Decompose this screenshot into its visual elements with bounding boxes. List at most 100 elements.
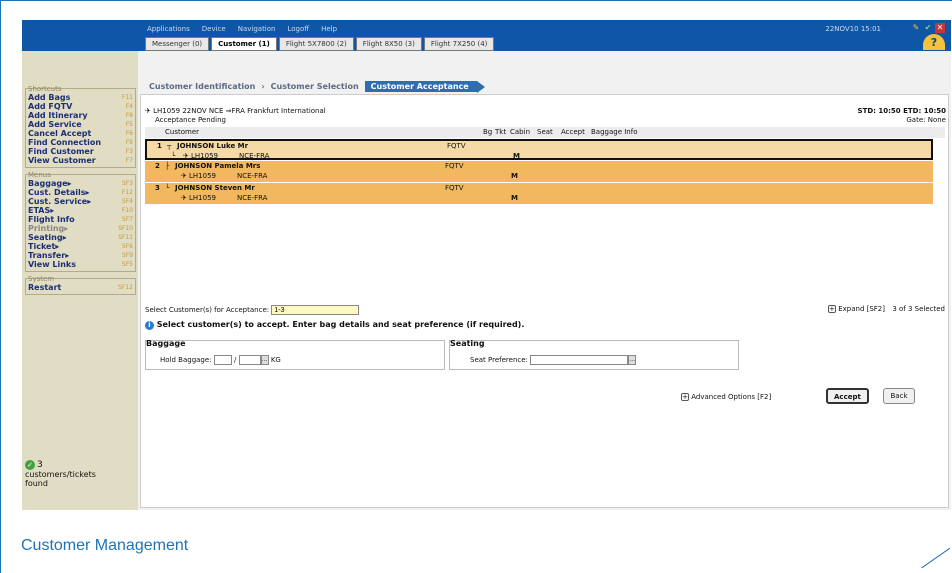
menus-label: Menus [28,171,51,179]
table-row[interactable]: 3 └ JOHNSON Steven Mr FQTV ✈ LH1059 NCE-FRA M [145,183,933,204]
sidebar-item-key: F7 [125,157,133,164]
sidebar-item-label: Flight Info [28,215,75,224]
sidebar-item[interactable]: Transfer▸ SF9 [28,251,133,260]
sidebar-item-label: Ticket▸ [28,242,60,251]
sidebar-item-label: Restart [28,283,62,292]
sidebar-item[interactable]: Flight Info SF7 [28,215,133,224]
sidebar-item[interactable]: Add FQTV F4 [28,102,133,111]
tab-customer[interactable]: Customer (1) [211,37,277,51]
sidebar-item[interactable]: Find Connection F9 [28,138,133,147]
tree-icon: ┬ [167,142,172,150]
baggage-title: Baggage [146,339,186,348]
col-customer: Customer [165,128,200,136]
sidebar-item[interactable]: Baggage▸ SF3 [28,179,133,188]
weight-dropdown-icon[interactable]: … [260,355,269,365]
tab-flight-7x250[interactable]: Flight 7X250 (4) [423,37,495,51]
plane-icon: ✈ [145,107,151,115]
col-baggage: Baggage Info [591,128,638,136]
sidebar-item[interactable]: View Links SF5 [28,260,133,269]
sidebar-item-label: View Customer [28,156,96,165]
fqtv: FQTV [445,162,464,170]
flight-info: ✈ LH1059 22NOV NCE ⇒FRA Frankfurt Intern… [145,107,326,125]
bag-count-input[interactable] [213,355,232,365]
advanced-options-toggle[interactable]: + Advanced Options [F2] [681,393,771,401]
slash-separator: / [234,356,237,364]
sidebar-item[interactable]: Add Itinerary F8 [28,111,133,120]
check-icon[interactable]: ✔ [923,23,933,33]
sidebar-item[interactable]: Cust. Service▸ SF4 [28,197,133,206]
system-group: System Restart SF12 [25,275,136,295]
sidebar-item-label: View Links [28,260,77,269]
crumb-selection[interactable]: Customer Selection [265,81,365,92]
sidebar: Shortcuts Add Bags F11 Add FQTV F4 Add Itine… [22,51,138,510]
sidebar-item-label: Baggage▸ [28,179,72,188]
menu-device[interactable]: Device [202,25,226,33]
seat-preference-input[interactable] [530,355,629,365]
tab-flight-8x50[interactable]: Flight 8X50 (3) [355,37,422,51]
instruction-message: i Select customer(s) to accept. Enter ba… [145,320,524,330]
sidebar-item-key: SF5 [121,261,133,268]
sidebar-item[interactable]: Cust. Details▸ F12 [28,188,133,197]
sidebar-item-label: Seating▸ [28,233,67,242]
sidebar-item-key: F5 [125,121,133,128]
hold-baggage-label: Hold Baggage: [160,356,212,364]
menu-applications[interactable]: Applications [147,25,190,33]
table-row[interactable]: 1 ┬ JOHNSON Luke Mr FQTV └ ✈ LH1059 NCE-FRA M [145,139,933,160]
accept-button[interactable]: Accept [826,388,869,404]
cabin: M [511,194,518,202]
shortcuts-label: Shortcuts [28,85,62,93]
flight-times: STD: 10:50 ETD: 10:50 Gate: None [858,107,946,125]
sidebar-item-key: F12 [121,189,133,196]
table-row[interactable]: 2 ├ JOHNSON Pamela Mrs FQTV ✈ LH1059 NCE-FRA M [145,161,933,182]
sidebar-item-key: F10 [121,207,133,214]
sidebar-item[interactable]: Find Customer F3 [28,147,133,156]
crumb-identification[interactable]: Customer Identification [143,81,261,92]
bag-weight-input[interactable] [238,355,261,365]
customer-name: JOHNSON Luke Mr [177,142,249,150]
menu-help[interactable]: Help [321,25,337,33]
seating-box: Seating Seat Preference: … [449,339,739,370]
sidebar-item[interactable]: View Customer F7 [28,156,133,165]
close-icon[interactable]: ✕ [935,23,945,33]
sidebar-item[interactable]: Cancel Accept F6 [28,129,133,138]
sidebar-item-label: Find Customer [28,147,94,156]
expand-toggle[interactable]: + Expand [SF2] [827,305,885,313]
crumb-acceptance: Customer Acceptance [364,81,485,93]
seat-dropdown-icon[interactable]: … [628,355,637,365]
baggage-box: Baggage Hold Baggage: / … KG [145,339,445,370]
sidebar-item[interactable]: Restart SF12 [28,283,133,292]
tab-flight-5x7800[interactable]: Flight 5X7800 (2) [278,37,354,51]
sidebar-item-label: Cancel Accept [28,129,92,138]
sidebar-item-key: SF12 [118,284,133,291]
menu-logoff[interactable]: Logoff [287,25,309,33]
pen-icon[interactable]: ✎ [911,23,921,33]
sidebar-item[interactable]: Add Bags F11 [28,93,133,102]
seating-title: Seating [450,339,485,348]
sidebar-item[interactable]: ETAS▸ F10 [28,206,133,215]
back-button[interactable]: Back [883,388,915,404]
menu-navigation[interactable]: Navigation [238,25,276,33]
sidebar-item[interactable]: Seating▸ SF11 [28,233,133,242]
figure-caption: Customer Management [21,537,189,554]
help-icon[interactable]: ? [923,34,945,50]
expand-icon: + [681,393,689,401]
customer-name: JOHNSON Pamela Mrs [175,162,261,170]
segment-route: NCE-FRA [239,152,270,160]
breadcrumb: Customer Identification › Customer Selec… [143,81,485,93]
fqtv: FQTV [445,184,464,192]
sidebar-item-key: SF4 [121,198,133,205]
select-customers-input[interactable] [271,305,360,315]
sidebar-item-label: Add FQTV [28,102,73,111]
sidebar-header [22,51,138,82]
info-icon: i [145,321,154,330]
sidebar-item[interactable]: Printing▸ SF10 [28,224,133,233]
sidebar-item[interactable]: Ticket▸ SF6 [28,242,133,251]
sidebar-item-label: Transfer▸ [28,251,70,260]
corner-decoration [910,543,950,571]
sidebar-item-key: F3 [125,148,133,155]
tab-messenger[interactable]: Messenger (0) [145,37,210,51]
menu-bar: Applications Device Navigation Logoff He… [147,25,337,33]
fqtv: FQTV [447,142,466,150]
sidebar-item[interactable]: Add Service F5 [28,120,133,129]
table-header: Customer Bg Tkt Cabin Seat Accept Baggag… [145,127,945,138]
